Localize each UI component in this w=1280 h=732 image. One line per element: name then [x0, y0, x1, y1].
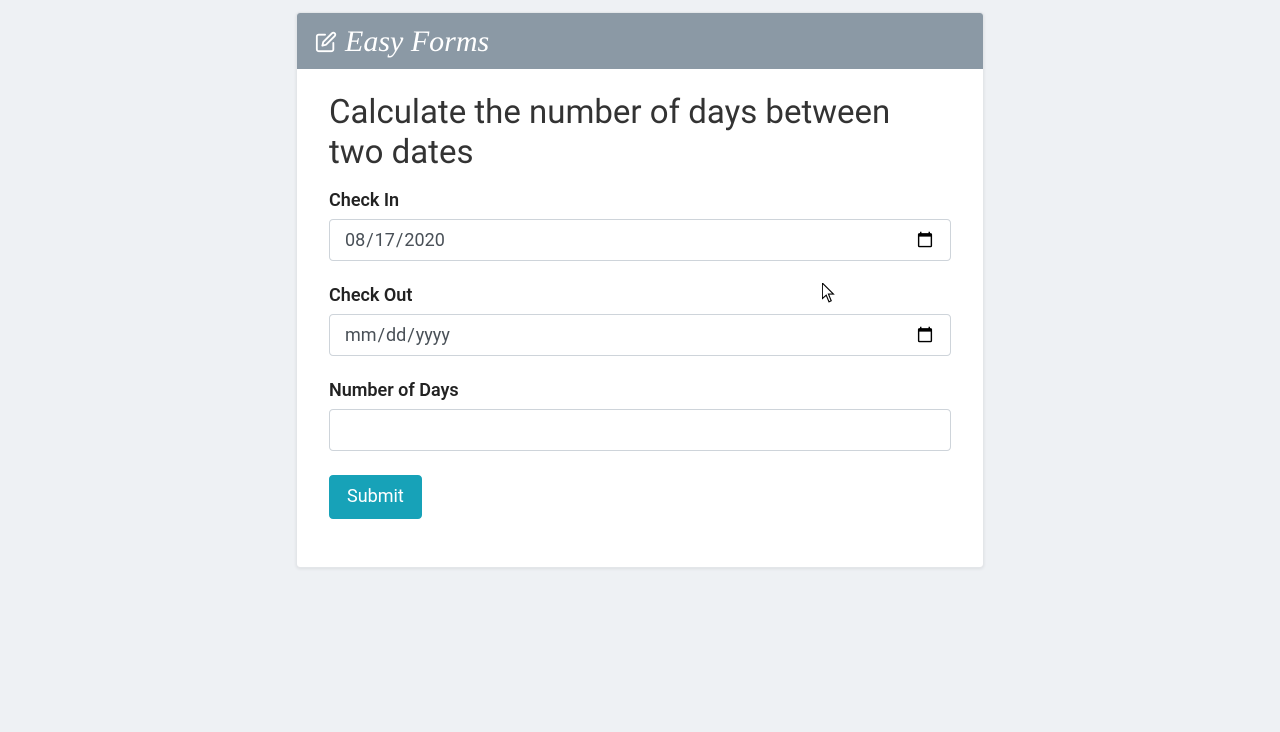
num-days-label: Number of Days: [329, 380, 951, 401]
check-in-label: Check In: [329, 190, 951, 211]
form-card: Easy Forms Calculate the number of days …: [296, 12, 984, 568]
num-days-group: Number of Days: [329, 380, 951, 451]
brand-name: Easy Forms: [345, 25, 489, 59]
num-days-field[interactable]: [329, 409, 951, 451]
submit-button[interactable]: Submit: [329, 475, 422, 518]
check-in-group: Check In: [329, 190, 951, 261]
card-header: Easy Forms: [297, 13, 983, 69]
check-out-field[interactable]: [329, 314, 951, 356]
page-title: Calculate the number of days between two…: [329, 93, 951, 172]
card-body: Calculate the number of days between two…: [297, 69, 983, 567]
check-in-field[interactable]: [329, 219, 951, 261]
edit-icon: [315, 31, 337, 53]
check-out-group: Check Out: [329, 285, 951, 356]
check-out-label: Check Out: [329, 285, 951, 306]
